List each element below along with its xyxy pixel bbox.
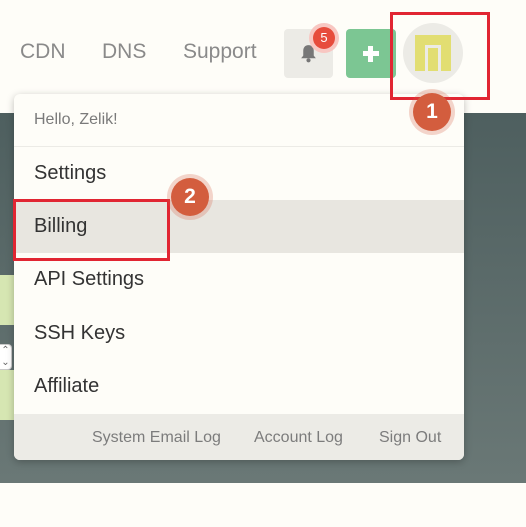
nav-link-cdn[interactable]: CDN bbox=[20, 40, 66, 64]
menu-item-ssh-keys[interactable]: SSH Keys bbox=[14, 307, 464, 360]
page-bottom bbox=[0, 483, 526, 527]
menu-item-label: Settings bbox=[34, 162, 107, 184]
notification-count: 5 bbox=[313, 27, 335, 49]
stepper-control[interactable]: ⌃ ⌄ bbox=[0, 344, 12, 370]
menu-item-affiliate[interactable]: Affiliate bbox=[14, 360, 464, 413]
nav-link-support[interactable]: Support bbox=[183, 40, 257, 64]
system-email-log-link[interactable]: System Email Log bbox=[92, 429, 221, 447]
sign-out-link[interactable]: Sign Out bbox=[379, 429, 441, 447]
user-dropdown-menu: Hello, Zelik! Settings Billing API Setti… bbox=[14, 94, 464, 460]
greeting-text: Hello, Zelik! bbox=[34, 111, 118, 128]
menu-item-label: SSH Keys bbox=[34, 322, 126, 344]
background-panel bbox=[0, 275, 14, 325]
account-log-link[interactable]: Account Log bbox=[254, 429, 343, 447]
menu-item-label: Affiliate bbox=[34, 375, 100, 397]
notification-badge: 5 bbox=[309, 23, 339, 53]
nav-link-dns[interactable]: DNS bbox=[102, 40, 146, 64]
background-panel bbox=[0, 370, 14, 420]
annotation-marker-1: 1 bbox=[413, 93, 451, 131]
add-button[interactable] bbox=[346, 29, 396, 78]
annotation-marker-2: 2 bbox=[171, 178, 209, 216]
menu-item-settings[interactable]: Settings bbox=[14, 147, 464, 200]
menu-item-label: API Settings bbox=[34, 268, 145, 290]
dropdown-footer: System Email Log Account Log Sign Out bbox=[14, 414, 464, 460]
annotation-highlight-avatar bbox=[390, 12, 490, 100]
annotation-highlight-billing bbox=[13, 199, 170, 261]
